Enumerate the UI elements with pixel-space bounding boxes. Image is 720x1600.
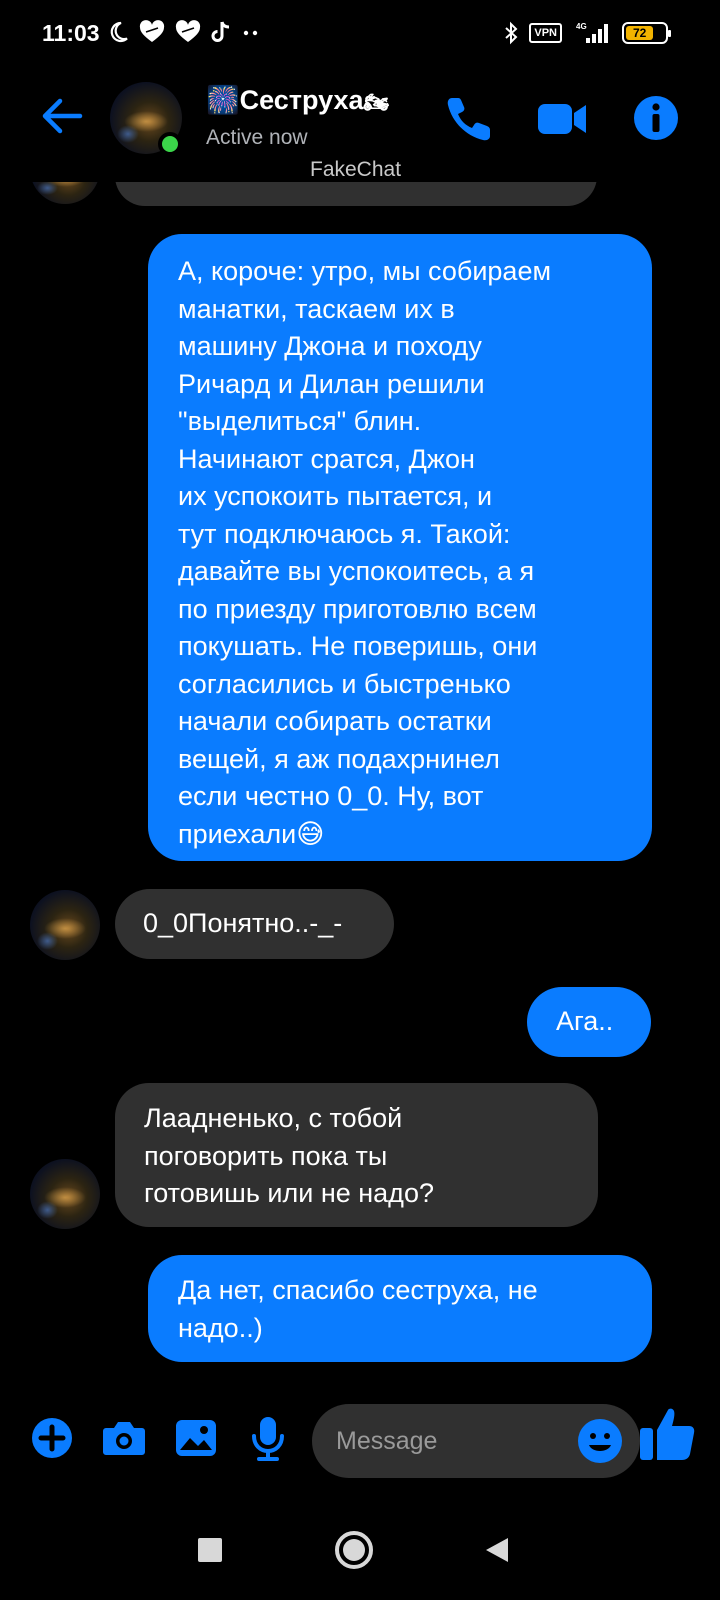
battery-level: 72 [626, 26, 654, 40]
vpn-badge: VPN [529, 23, 562, 43]
info-icon[interactable] [630, 92, 682, 144]
contact-name[interactable]: 🎆Сеструха🏍 [206, 84, 389, 116]
svg-text:4G: 4G [576, 22, 587, 31]
chat-header: 🎆Сеструха🏍 Active now FakeChat [0, 70, 720, 182]
message-bubble-outgoing[interactable]: А, короче: утро, мы собираем манатки, та… [148, 234, 652, 861]
message-bubble-outgoing[interactable]: Да нет, спасибо сеструха, не надо..) [148, 1255, 652, 1362]
battery-indicator: 72 [622, 22, 671, 44]
emoji-icon[interactable] [576, 1417, 624, 1465]
tiktok-icon [211, 21, 230, 42]
moon-icon [110, 21, 128, 43]
message-field[interactable] [312, 1404, 640, 1478]
back-arrow-icon[interactable] [38, 92, 86, 140]
contact-avatar-small[interactable] [30, 1159, 100, 1229]
more-dots-icon [243, 30, 258, 36]
status-notification-icons [106, 20, 262, 44]
microphone-icon[interactable] [244, 1414, 292, 1462]
watermark: FakeChat [310, 158, 402, 181]
heart-icon [139, 20, 165, 42]
contact-name-text: Сеструха [239, 85, 364, 115]
active-status: Active now [206, 126, 308, 149]
status-system-icons: VPN 4G 72 [503, 21, 671, 45]
status-bar: 11:03 VPN 4G 72 [0, 0, 720, 70]
camera-icon[interactable] [100, 1414, 148, 1462]
gallery-icon[interactable] [172, 1414, 220, 1462]
phone-call-icon[interactable] [444, 92, 496, 144]
status-time: 11:03 [42, 20, 100, 46]
thumbs-up-icon[interactable] [638, 1404, 698, 1464]
plus-icon[interactable] [28, 1414, 76, 1462]
video-call-icon[interactable] [536, 92, 588, 144]
contact-avatar-small[interactable] [30, 890, 100, 960]
heart-icon [175, 20, 201, 42]
message-bubble-incoming[interactable]: Лаадненько, с тобой поговорить пока ты г… [115, 1083, 598, 1227]
message-bubble-outgoing[interactable]: Ага.. [527, 987, 651, 1057]
message-bubble-incoming[interactable]: 0_0Понятно..-_- [115, 889, 394, 959]
bluetooth-icon [505, 21, 518, 45]
message-composer [0, 1394, 720, 1490]
message-input[interactable] [336, 1404, 556, 1478]
system-navigation-bar [0, 1500, 720, 1600]
signal-icon: 4G [576, 22, 608, 43]
online-status-dot [158, 132, 182, 156]
name-prefix-emoji: 🎆 [206, 85, 240, 115]
back-triangle-icon[interactable] [478, 1530, 518, 1570]
recents-square-icon[interactable] [190, 1530, 230, 1570]
name-suffix-emoji: 🏍 [363, 92, 389, 114]
home-circle-icon[interactable] [332, 1528, 376, 1572]
